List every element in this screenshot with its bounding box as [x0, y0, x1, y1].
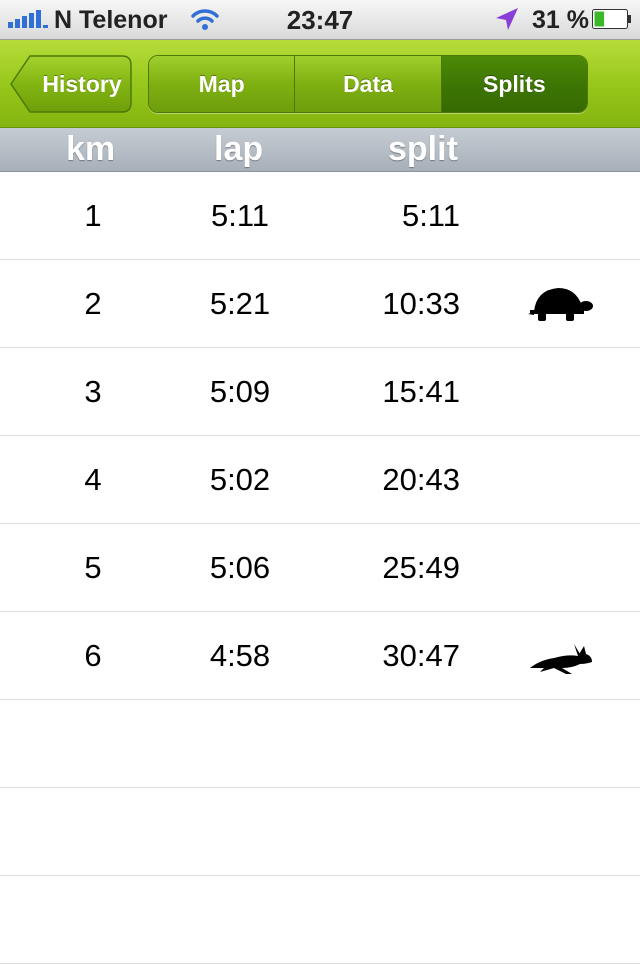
tab-map[interactable]: Map: [149, 56, 296, 112]
km-cell: 1: [84, 198, 102, 233]
table-row-empty: [0, 788, 640, 876]
lap-cell: 5:21: [209, 286, 271, 321]
km-cell: 6: [84, 638, 102, 673]
split-cell: 20:43: [382, 462, 460, 497]
battery-icon: [592, 9, 631, 29]
table-row-empty: [0, 876, 640, 964]
split-cell: 15:41: [382, 374, 460, 409]
nav-bar: History Map Data Splits: [0, 40, 640, 128]
table-row: 5 5:06 25:49: [0, 524, 640, 612]
history-back-button[interactable]: History: [10, 55, 132, 113]
lap-cell: 5:02: [209, 462, 271, 497]
view-segmented-control: Map Data Splits: [148, 55, 588, 113]
column-header-km: km: [66, 130, 116, 168]
km-cell: 5: [84, 550, 102, 585]
table-row: 3 5:09 15:41: [0, 348, 640, 436]
tab-splits[interactable]: Splits: [441, 56, 587, 112]
split-cell: 5:11: [401, 198, 460, 233]
split-cell: 10:33: [382, 286, 460, 321]
table-row: 1 5:11 5:11: [0, 172, 640, 260]
tab-splits-label: Splits: [483, 70, 546, 97]
table-row: 4 5:02 20:43: [0, 436, 640, 524]
split-cell: 25:49: [382, 550, 460, 585]
lap-cell: 5:11: [210, 198, 270, 233]
split-cell: 30:47: [382, 638, 460, 673]
table-row: 6 4:58 30:47: [0, 612, 640, 700]
splits-table: 1 5:11 5:11 2 5:21 10:33 3 5:09 15:41 4 …: [0, 172, 640, 964]
column-header-split: split: [388, 130, 458, 168]
table-row: 2 5:21 10:33: [0, 260, 640, 348]
location-arrow-icon: [496, 8, 518, 30]
column-header-bar: km lap split: [0, 128, 640, 172]
status-bar: N Telenor 23:47 31 %: [0, 0, 640, 40]
lap-cell: 5:06: [209, 550, 271, 585]
km-cell: 4: [84, 462, 102, 497]
hare-icon: [530, 644, 592, 674]
km-cell: 3: [84, 374, 102, 409]
tab-data[interactable]: Data: [295, 56, 442, 112]
lap-cell: 4:58: [209, 638, 271, 673]
lap-cell: 5:09: [209, 374, 271, 409]
table-row-empty: [0, 700, 640, 788]
column-header-lap: lap: [214, 130, 264, 168]
back-button-label: History: [42, 70, 122, 97]
tab-data-label: Data: [343, 70, 393, 97]
tab-map-label: Map: [198, 70, 245, 97]
km-cell: 2: [84, 286, 102, 321]
turtle-icon: [528, 288, 593, 321]
battery-percent: 31 %: [532, 6, 589, 34]
